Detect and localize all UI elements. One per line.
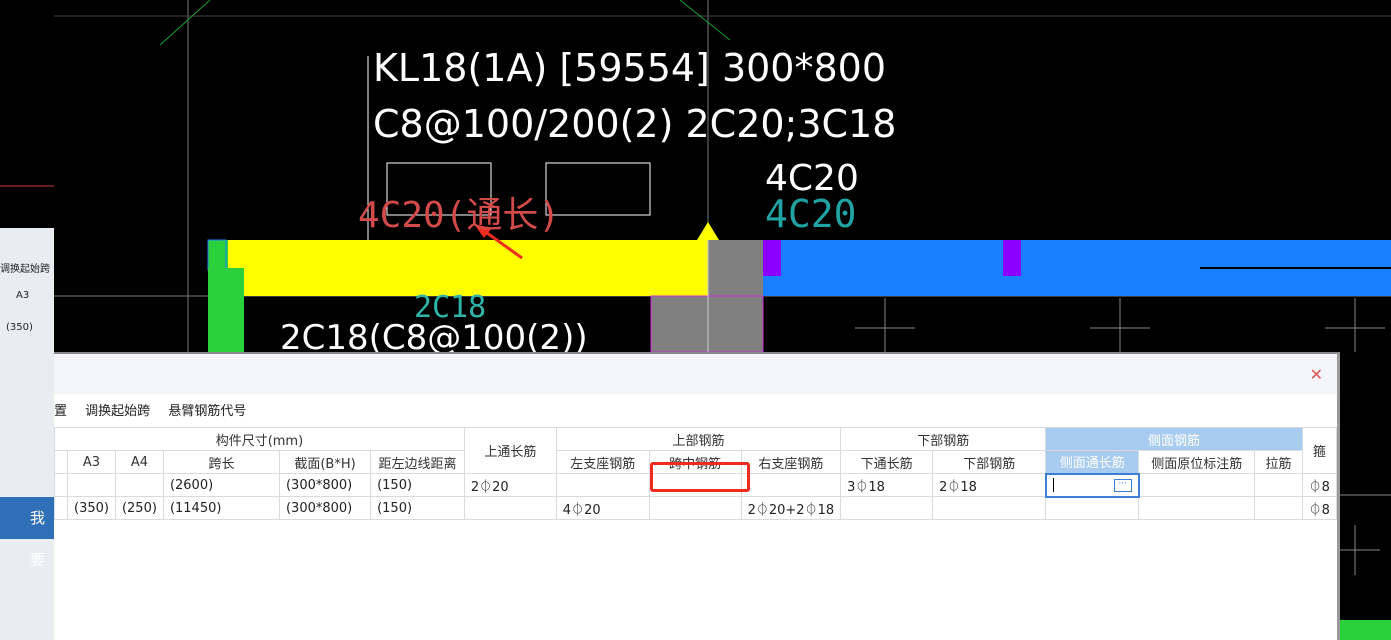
swap-start-span-button[interactable]: 调换起始跨	[85, 404, 150, 419]
cell-bottom[interactable]	[932, 496, 1047, 520]
col-header-dist: 距左边线距离	[370, 450, 465, 474]
col-header-top-through: 上通长筋	[463, 427, 557, 474]
cell-top-through[interactable]	[463, 496, 557, 520]
col-header-blank	[54, 450, 68, 474]
bg-action-button[interactable]: 我要	[0, 497, 54, 569]
cell-left-support[interactable]	[555, 473, 650, 497]
cell-side-note[interactable]	[1138, 473, 1256, 497]
cell-right-support[interactable]	[740, 473, 842, 497]
annotation-highlight-box	[650, 462, 750, 492]
group-header-bottom-rebar: 下部钢筋	[840, 427, 1047, 451]
beam-rebar-dialog: ✕ 置 调换起始跨 悬臂钢筋代号 构件尺寸(mm) 上通长筋 上部钢筋 下部钢筋…	[54, 352, 1340, 640]
cell-left-support[interactable]: 4⏀20	[555, 496, 650, 520]
cell-bottom-through[interactable]: 3⏀18	[840, 473, 934, 497]
col-header-section: 截面(B*H)	[278, 450, 372, 474]
cell-dist[interactable]: (150)	[370, 496, 465, 520]
col-header-span: 跨长	[162, 450, 280, 474]
col-header-right-support: 右支座钢筋	[740, 450, 842, 474]
beam-label-line1: KL18(1A) [59554] 300*800	[373, 46, 887, 90]
cell-tie[interactable]	[1254, 473, 1303, 497]
ellipsis-button[interactable]: ···	[1113, 478, 1132, 492]
cell-a3[interactable]	[67, 473, 116, 497]
group-header-top-rebar: 上部钢筋	[555, 427, 842, 451]
bg-value-fragment: (350)	[6, 322, 33, 333]
bg-toolbar-fragment: 调换起始跨	[0, 264, 50, 275]
support-column	[708, 240, 763, 296]
cell-bottom-through[interactable]	[840, 496, 934, 520]
cell-top-through[interactable]: 2⏀20	[463, 473, 557, 497]
col-header-side-note: 侧面原位标注筋	[1138, 450, 1256, 474]
cell-a4[interactable]: (250)	[114, 496, 164, 520]
col-header-bottom-through: 下通长筋	[840, 450, 934, 474]
cell-stirrup[interactable]: ⏀8	[1301, 473, 1338, 497]
col-header-a4: A4	[114, 450, 164, 474]
col-header-side-through: 侧面通长筋	[1045, 450, 1140, 474]
cell-a3[interactable]: (350)	[67, 496, 116, 520]
table-row: (350) (250) (11450) (300*800) (150) 4⏀20…	[54, 496, 1338, 520]
group-header-side-rebar: 侧面钢筋	[1045, 427, 1303, 451]
close-icon[interactable]: ✕	[1310, 367, 1323, 383]
cell-right-support[interactable]: 2⏀20+2⏀18	[740, 496, 842, 520]
cell-dist[interactable]: (150)	[370, 473, 465, 497]
bg-column-fragment: A3	[16, 290, 30, 301]
cell-section[interactable]: (300*800)	[278, 496, 372, 520]
beam-label-line2: C8@100/200(2) 2C20;3C18	[373, 102, 897, 146]
dialog-toolbar: 置 调换起始跨 悬臂钢筋代号	[54, 400, 260, 422]
col-header-left-support: 左支座钢筋	[555, 450, 650, 474]
col-header-bottom: 下部钢筋	[932, 450, 1047, 474]
cell-tie[interactable]	[1254, 496, 1303, 520]
col-header-a3: A3	[67, 450, 116, 474]
col-header-tie: 拉筋	[1254, 450, 1303, 474]
cell-mid[interactable]	[648, 496, 742, 520]
col-header-stirrup: 箍	[1301, 427, 1338, 474]
background-window: 调换起始跨 A3 (350)	[0, 228, 54, 640]
cell-span[interactable]: (11450)	[162, 496, 280, 520]
cell-section[interactable]: (300*800)	[278, 473, 372, 497]
cantilever-rebar-code-button[interactable]: 悬臂钢筋代号	[168, 404, 246, 419]
toolbar-item-partial[interactable]: 置	[54, 404, 67, 419]
cell-a4[interactable]	[114, 473, 164, 497]
cell-span[interactable]: (2600)	[162, 473, 280, 497]
red-rebar-note: 4C20(通长)	[358, 195, 561, 236]
column-left	[208, 268, 244, 352]
top-rebar-note-cyan: 4C20	[765, 192, 857, 236]
cell-bottom[interactable]: 2⏀18	[932, 473, 1047, 497]
cell-side-through[interactable]	[1045, 496, 1140, 520]
dialog-titlebar: ✕	[54, 354, 1337, 394]
text-caret	[1052, 478, 1054, 492]
cell-side-note[interactable]	[1138, 496, 1256, 520]
cell-stirrup[interactable]: ⏀8	[1301, 496, 1338, 520]
cell-side-through-editing[interactable]: ···	[1044, 472, 1140, 498]
beam-span-1	[208, 240, 708, 296]
group-header-size: 构件尺寸(mm)	[54, 427, 465, 451]
